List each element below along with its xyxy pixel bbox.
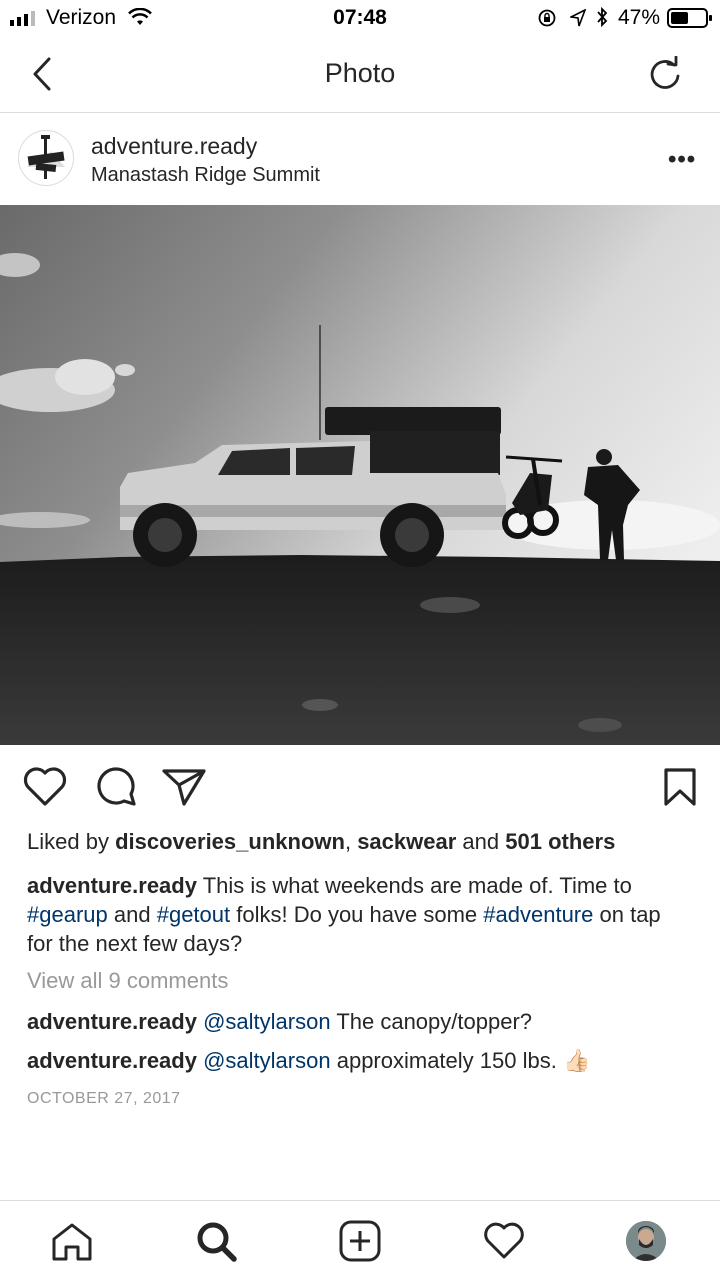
view-all-comments-link[interactable]: View all 9 comments — [27, 968, 228, 994]
caption-username[interactable]: adventure.ready — [27, 873, 197, 898]
post-caption: adventure.ready This is what weekends ar… — [27, 871, 687, 958]
likes-summary[interactable]: Liked by discoveries_unknown, sackwear a… — [27, 829, 615, 855]
add-post-icon[interactable] — [338, 1219, 382, 1263]
more-options-icon[interactable]: ••• — [668, 146, 696, 174]
rotation-lock-icon — [538, 9, 556, 27]
like-heart-icon[interactable] — [22, 766, 68, 808]
liker-1[interactable]: discoveries_unknown — [115, 829, 345, 854]
hashtag-getout[interactable]: #getout — [157, 902, 230, 927]
profile-photo — [626, 1221, 666, 1261]
bluetooth-icon — [597, 7, 608, 27]
bottom-tab-bar — [0, 1200, 720, 1281]
caption-text-2: and — [113, 902, 151, 927]
comment-mention[interactable]: @saltylarson — [203, 1048, 331, 1073]
caption-text-1: This is what weekends are made of. Time … — [202, 873, 632, 898]
clock: 07:48 — [333, 6, 387, 29]
nav-bar: Photo — [0, 36, 720, 113]
page-title: Photo — [324, 58, 396, 88]
battery-icon — [667, 8, 712, 28]
comment-username[interactable]: adventure.ready — [27, 1048, 197, 1073]
likes-separator: , — [344, 829, 352, 854]
comment-icon[interactable] — [94, 766, 138, 810]
activity-heart-icon[interactable] — [482, 1221, 526, 1261]
refresh-icon[interactable] — [648, 56, 682, 92]
post-author-avatar[interactable] — [18, 130, 74, 186]
post-username[interactable]: adventure.ready — [91, 133, 257, 160]
likes-others[interactable]: 501 others — [505, 829, 615, 854]
hashtag-gearup[interactable]: #gearup — [27, 902, 108, 927]
likes-prefix: Liked by — [27, 829, 109, 854]
share-send-icon[interactable] — [160, 766, 208, 808]
home-icon[interactable] — [50, 1221, 94, 1263]
liker-2[interactable]: sackwear — [357, 829, 456, 854]
comment-item: adventure.ready @saltylarson The canopy/… — [27, 1009, 532, 1035]
caption-text-3: folks! Do you have some — [236, 902, 478, 927]
likes-and: and — [462, 829, 500, 854]
profile-avatar[interactable] — [626, 1221, 666, 1261]
comment-text: The canopy/topper? — [336, 1009, 533, 1034]
battery-percent: 47% — [617, 6, 660, 29]
save-bookmark-icon[interactable] — [662, 766, 698, 808]
post-photo[interactable] — [0, 205, 720, 745]
post-date: OCTOBER 27, 2017 — [27, 1090, 181, 1107]
truck-on-ridge-image — [0, 205, 720, 745]
thumbs-up-emoji: 👍🏻 — [562, 1048, 591, 1073]
status-bar: Verizon 07:48 47% — [0, 0, 720, 36]
search-icon[interactable] — [194, 1219, 238, 1263]
hashtag-adventure[interactable]: #adventure — [483, 902, 593, 927]
comment-mention[interactable]: @saltylarson — [203, 1009, 331, 1034]
comment-username[interactable]: adventure.ready — [27, 1009, 197, 1034]
adventure-ready-logo — [27, 135, 65, 179]
comment-text: approximately 150 lbs. — [336, 1048, 557, 1073]
location-arrow-icon — [570, 9, 586, 27]
post-location[interactable]: Manastash Ridge Summit — [91, 164, 320, 187]
comment-item: adventure.ready @saltylarson approximate… — [27, 1048, 590, 1074]
